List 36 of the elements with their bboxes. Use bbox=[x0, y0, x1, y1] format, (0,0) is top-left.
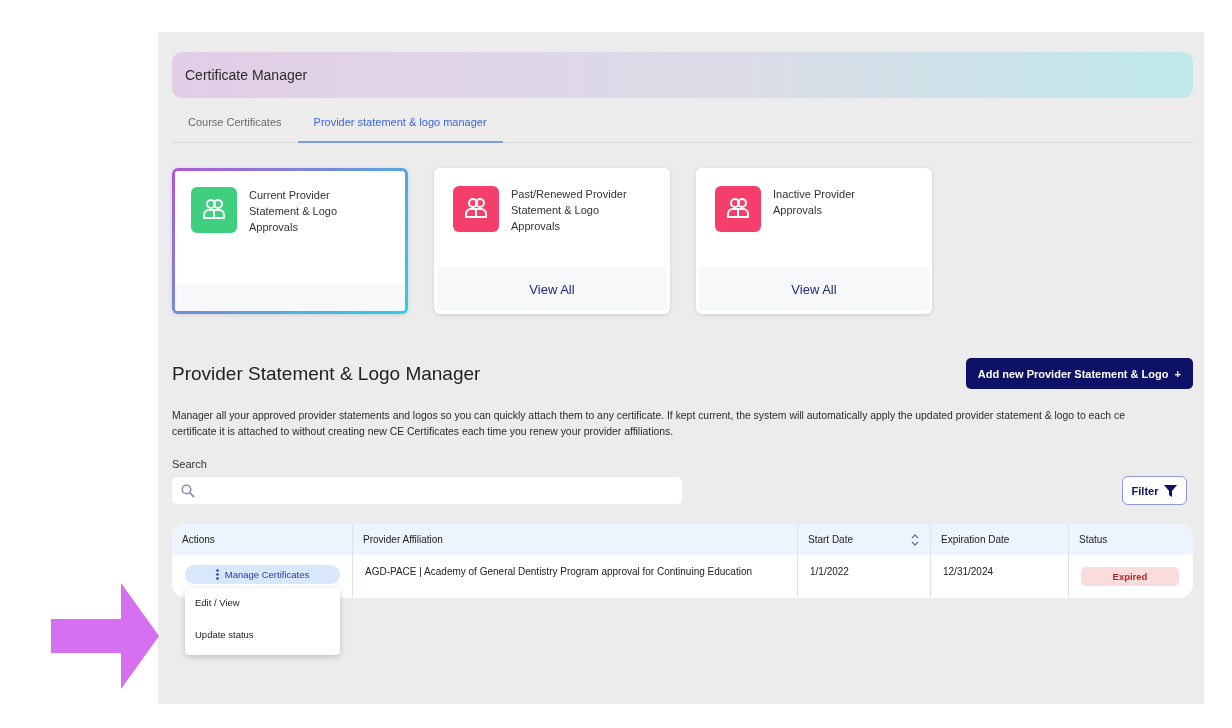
page-title: Certificate Manager bbox=[185, 67, 308, 83]
filter-icon bbox=[1164, 484, 1178, 497]
card-title: Inactive Provider Approvals bbox=[773, 187, 856, 218]
column-header: Start Date bbox=[808, 534, 854, 545]
column-header: Status bbox=[1079, 534, 1108, 545]
menu-item[interactable]: Update status bbox=[185, 623, 340, 649]
table-cell: 12/31/2024 bbox=[943, 566, 994, 577]
search-label: Search bbox=[172, 458, 208, 470]
table-cell: AGD-PACE | Academy of General Dentistry Program approval for Continuing Education bbox=[365, 566, 753, 577]
card-title: Current Provider Statement & Logo Approvals bbox=[249, 188, 339, 235]
search-field[interactable] bbox=[172, 477, 682, 504]
column-header: Expiration Date bbox=[941, 534, 1010, 545]
sort-icon[interactable] bbox=[911, 533, 919, 546]
column-header: Actions bbox=[182, 534, 215, 545]
menu-item[interactable]: Edit / View bbox=[185, 591, 340, 617]
tab[interactable]: Course Certificates bbox=[172, 104, 298, 143]
category-card[interactable]: Inactive Provider Approvals View All bbox=[696, 168, 932, 314]
section-title: Provider Statement & Logo Manager bbox=[172, 362, 481, 385]
add-button[interactable]: Add new Provider Statement & Logo + bbox=[965, 358, 1193, 389]
search-icon bbox=[181, 483, 195, 498]
card-title: Past/Renewed Provider Statement & Logo Approvals bbox=[511, 187, 628, 234]
description: Manager all your approved provider statements and logos so you can quickly attach them to any certificate. If kept current, the system will automatically apply the updated provider statement & logo to each ce certificate it is attached to without creating new CE Certificates each time you renew your provider affiliations. bbox=[172, 409, 1126, 439]
view-all-link[interactable]: View All bbox=[791, 281, 837, 297]
manage-button[interactable]: Manage Certificates bbox=[185, 565, 340, 584]
tab[interactable]: Provider statement & logo manager bbox=[297, 104, 503, 143]
status-badge: Expired bbox=[1081, 567, 1179, 586]
table-cell: 1/1/2022 bbox=[810, 566, 849, 577]
people-icon bbox=[453, 186, 499, 232]
more-icon bbox=[215, 569, 219, 580]
people-icon bbox=[191, 187, 237, 233]
view-all-link[interactable]: View All bbox=[529, 281, 575, 297]
category-card[interactable]: Current Provider Statement & Logo Approvals bbox=[172, 168, 408, 314]
people-icon bbox=[715, 186, 761, 232]
filter-button[interactable]: Filter bbox=[1122, 476, 1187, 505]
category-card[interactable]: Past/Renewed Provider Statement & Logo Approvals View All bbox=[434, 168, 670, 314]
column-header: Provider Affiliation bbox=[363, 534, 443, 545]
